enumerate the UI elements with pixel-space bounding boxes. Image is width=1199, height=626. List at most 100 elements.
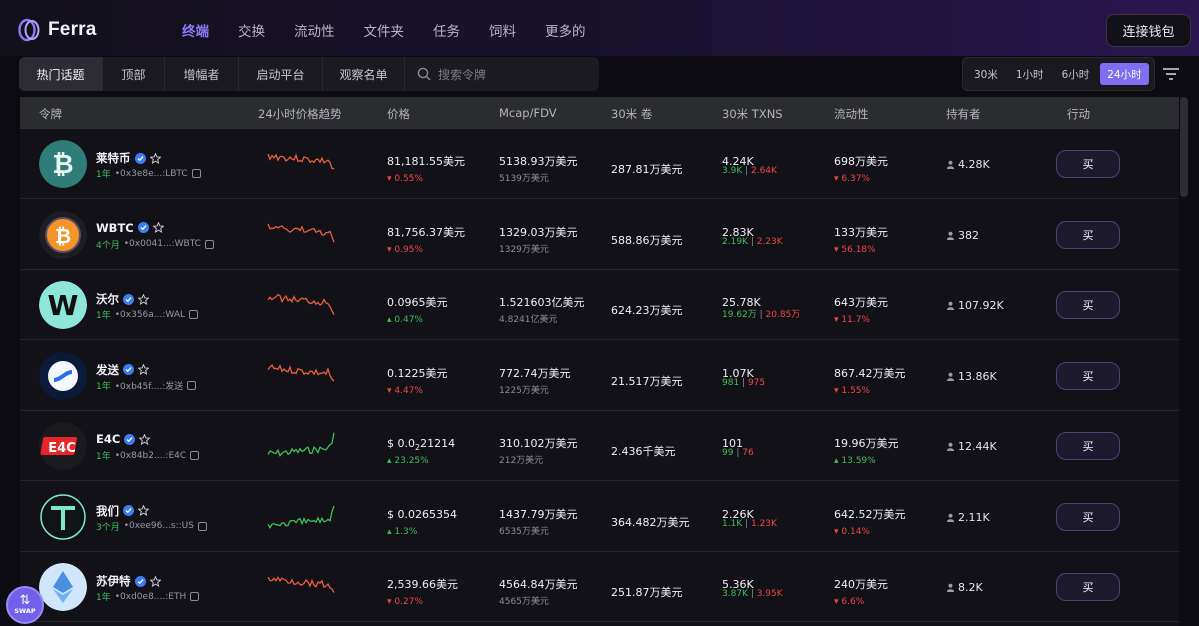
copy-icon[interactable] — [204, 239, 214, 249]
star-icon[interactable] — [152, 222, 164, 233]
header-txns[interactable]: 30米 TXNS — [722, 106, 783, 122]
table-row[interactable]: 发送 1年 •0xb45f....:发送 0.1225美元 ▾ 4.47% 77… — [20, 341, 1179, 411]
verified-icon — [123, 293, 134, 305]
user-icon — [946, 442, 955, 451]
us-t-icon — [39, 492, 87, 541]
token-name-text: 我们 — [96, 503, 119, 518]
tab-launchpad[interactable]: 启动平台 — [239, 57, 323, 91]
price-change: ▾ 0.95% — [387, 244, 423, 255]
holders-count: 107.92K — [946, 299, 1004, 312]
nav-item-terminal[interactable]: 终端 — [182, 20, 209, 40]
verified-icon — [123, 505, 134, 516]
nav-item-more[interactable]: 更多的 — [545, 20, 586, 40]
copy-icon[interactable] — [198, 521, 207, 531]
price-change: ▾ 4.47% — [387, 385, 423, 396]
token-name[interactable]: 我们 — [96, 503, 149, 519]
table-row[interactable]: ₿ 莱特币 1年 •0x3e8e...:LBTC 81,181.55美元 ▾ 0… — [20, 129, 1179, 199]
filter-lines-icon — [1163, 68, 1179, 80]
header-volume[interactable]: 30米 卷 — [611, 106, 652, 122]
svg-text:E4C: E4C — [48, 441, 75, 456]
nav-item-feed[interactable]: 饲料 — [489, 20, 516, 40]
token-address: •0xee96...s::US — [123, 521, 194, 531]
timeframe-30m[interactable]: 30米 — [967, 63, 1005, 85]
buy-button[interactable]: 买 — [1056, 502, 1120, 531]
nav-item-portfolio[interactable]: 文件夹 — [364, 20, 405, 40]
table-scrollbar[interactable] — [1180, 97, 1188, 197]
price-trend-sparkline — [267, 505, 335, 529]
connect-wallet-button[interactable]: 连接钱包 — [1106, 14, 1191, 47]
buy-button[interactable]: 买 — [1056, 573, 1120, 601]
header-token[interactable]: 令牌 — [39, 106, 62, 122]
star-icon[interactable] — [149, 152, 161, 164]
buy-button[interactable]: 买 — [1056, 291, 1120, 319]
timeframe-1h[interactable]: 1小时 — [1009, 63, 1051, 85]
verified-icon — [124, 433, 136, 445]
copy-icon[interactable] — [189, 310, 198, 319]
timeframe-6h[interactable]: 6小时 — [1055, 63, 1097, 85]
tab-gainers[interactable]: 增幅者 — [165, 57, 239, 91]
star-icon[interactable] — [138, 293, 149, 305]
volume-30m: 251.87万美元 — [611, 586, 683, 599]
fdv: 4.8241亿美元 — [499, 315, 558, 325]
tab-top[interactable]: 顶部 — [103, 57, 165, 91]
token-meta: 1年 •0x84b2....:E4C — [96, 449, 200, 462]
buy-button[interactable]: 买 — [1056, 432, 1120, 460]
price-trend-sparkline — [267, 293, 335, 315]
tab-watchlist[interactable]: 观察名单 — [323, 57, 405, 91]
token-name[interactable]: 发送 — [96, 362, 149, 378]
copy-icon[interactable] — [187, 380, 197, 390]
swap-floating-button[interactable]: ⇅ SWAP — [6, 586, 44, 624]
buy-button[interactable]: 买 — [1056, 150, 1120, 178]
buy-button[interactable]: 买 — [1056, 220, 1120, 249]
copy-icon[interactable] — [190, 451, 200, 460]
table-row[interactable]: ₿ WBTC 4个月 •0x0041...:WBTC 81,756.37美元 ▾… — [20, 200, 1179, 270]
ferra-logo-icon — [18, 18, 40, 42]
verified-icon — [137, 222, 149, 233]
header-price[interactable]: 价格 — [387, 106, 410, 122]
copy-icon[interactable] — [191, 169, 201, 178]
token-name[interactable]: 苏伊特 — [96, 573, 161, 589]
verified-icon — [134, 575, 146, 587]
bitcoin-icon: ₿ — [39, 140, 87, 188]
header-holders[interactable]: 持有者 — [946, 106, 981, 122]
price-change: ▾ 0.55% — [387, 174, 423, 184]
table-row[interactable]: E4C E4C 1年 •0x84b2....:E4C $ 0.0221214 ▴… — [20, 411, 1179, 481]
token-name[interactable]: 沃尔 — [96, 291, 149, 307]
token-age: 1年 — [96, 311, 111, 321]
nav-item-swap[interactable]: 交换 — [238, 20, 265, 40]
nav-item-liquidity[interactable]: 流动性 — [294, 20, 335, 40]
filter-settings-button[interactable] — [1158, 60, 1184, 88]
token-meta: 1年 •0x3e8e...:LBTC — [96, 167, 201, 180]
token-name[interactable]: E4C — [96, 432, 151, 446]
wbtc-icon: ₿ — [39, 210, 87, 259]
header-mcap-fdv[interactable]: Mcap/FDV — [499, 106, 557, 120]
price-trend-sparkline — [267, 363, 335, 382]
buy-button[interactable]: 买 — [1056, 361, 1120, 390]
star-icon[interactable] — [149, 575, 161, 587]
copy-icon[interactable] — [190, 592, 200, 601]
star-icon[interactable] — [139, 433, 151, 445]
user-icon — [946, 372, 955, 381]
token-name[interactable]: 莱特币 — [96, 150, 161, 166]
search-input[interactable]: 搜索令牌 — [405, 66, 486, 83]
user-icon — [946, 301, 955, 310]
holders-count: 382 — [946, 229, 979, 242]
token-age: 1年 — [96, 170, 111, 180]
token-name-text: E4C — [96, 432, 121, 446]
token-name-text: WBTC — [96, 220, 134, 235]
brand-logo[interactable]: Ferra — [18, 17, 97, 43]
timeframe-24h[interactable]: 24小时 — [1100, 63, 1149, 85]
table-row[interactable]: 我们 3个月 •0xee96...s::US $ 0.0265354 ▴ 1.3… — [20, 482, 1179, 552]
nav-item-quests[interactable]: 任务 — [433, 20, 460, 40]
star-icon[interactable] — [138, 364, 149, 375]
tab-trending[interactable]: 热门话题 — [19, 57, 103, 91]
header-price-trend[interactable]: 24小时价格趋势 — [258, 106, 342, 122]
price-trend-sparkline — [267, 432, 335, 457]
token-table: 令牌 24小时价格趋势 价格 Mcap/FDV 30米 卷 30米 TXNS 流… — [20, 97, 1179, 626]
table-row[interactable]: 苏伊特 1年 •0xd0e8....:ETH 2,539.66美元 ▾ 0.27… — [20, 552, 1179, 622]
token-name[interactable]: WBTC — [96, 221, 164, 235]
star-icon[interactable] — [138, 505, 149, 516]
table-row[interactable]: W 沃尔 1年 •0x356a...:WAL 0.0965美元 ▴ 0.47% … — [20, 270, 1179, 340]
token-name-text: 沃尔 — [96, 292, 119, 306]
header-liquidity[interactable]: 流动性 — [834, 106, 869, 122]
